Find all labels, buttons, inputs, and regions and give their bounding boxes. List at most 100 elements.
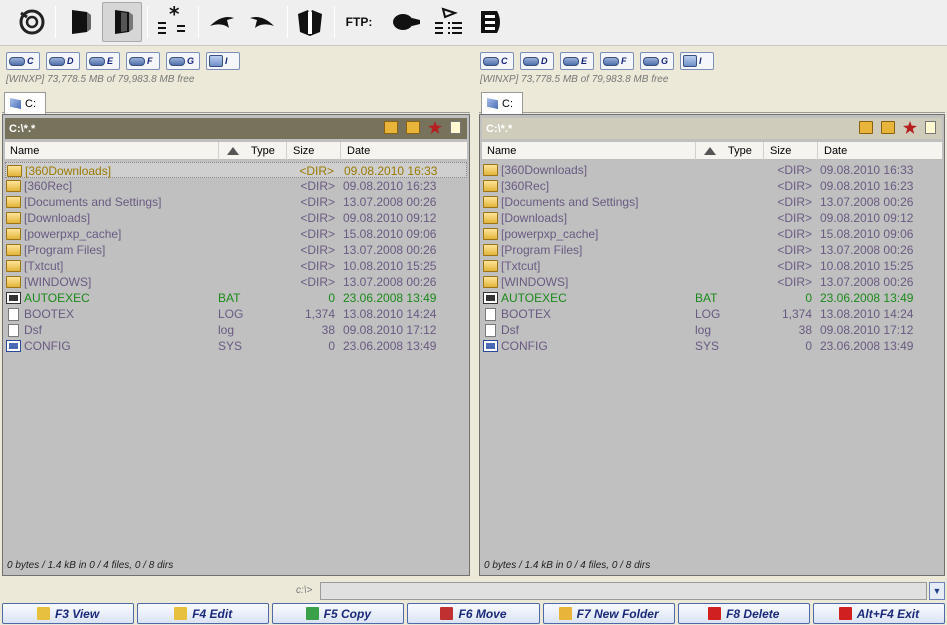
fkey-button-3[interactable]: F5 Copy xyxy=(272,603,405,624)
column-name[interactable]: Name xyxy=(5,142,219,160)
folder-icon xyxy=(483,180,498,192)
fkey-label: F3 View xyxy=(54,606,100,621)
column-date[interactable]: Date xyxy=(342,142,469,160)
right-path-bar[interactable]: C:\*.* xyxy=(482,118,942,139)
folder-icon xyxy=(6,196,21,208)
left-path-bar[interactable]: C:\*.* xyxy=(5,118,467,139)
column-size[interactable]: Size xyxy=(765,142,818,160)
drive-button-g[interactable]: G xyxy=(640,52,674,70)
column-type[interactable]: Type xyxy=(723,142,764,160)
fkey-button-6[interactable]: F8 Delete xyxy=(677,603,810,624)
file-date: 09.08.2010 16:33 xyxy=(820,163,914,177)
drive-button-f[interactable]: F xyxy=(126,52,160,70)
file-row[interactable]: AUTOEXEC BAT 0 23.06.2008 13:49 xyxy=(5,290,467,306)
favorites-icon[interactable] xyxy=(428,121,442,134)
file-row[interactable]: [WINDOWS] <DIR> 13.07.2008 00:26 xyxy=(482,274,942,290)
ftp-disconnect-icon[interactable] xyxy=(470,2,510,42)
fkey-button-5[interactable]: F7 New Folder xyxy=(542,603,675,624)
file-row[interactable]: CONFIG SYS 0 23.06.2008 13:49 xyxy=(5,338,467,354)
file-date: 15.08.2010 09:06 xyxy=(343,227,437,241)
file-row[interactable]: [Program Files] <DIR> 13.07.2008 00:26 xyxy=(5,242,467,258)
right-tab-strip: C: xyxy=(479,91,945,114)
file-row[interactable]: [Downloads] <DIR> 09.08.2010 09:12 xyxy=(5,210,467,226)
fkey-button-4[interactable]: F6 Move xyxy=(407,603,540,624)
drive-button-e[interactable]: E xyxy=(560,52,594,70)
file-date: 23.06.2008 13:49 xyxy=(820,291,914,305)
ftp-connect-icon[interactable] xyxy=(386,2,426,42)
drive-button-e[interactable]: E xyxy=(86,52,120,70)
column-type[interactable]: Type xyxy=(246,142,287,160)
favorites-icon[interactable] xyxy=(903,121,917,134)
file-row[interactable]: [Documents and Settings] <DIR> 13.07.2008 … xyxy=(482,194,942,210)
forward-icon[interactable] xyxy=(242,2,282,42)
command-line-input[interactable] xyxy=(320,582,927,600)
file-type: log xyxy=(218,323,235,337)
history-icon[interactable] xyxy=(450,121,461,134)
file-row[interactable]: [Documents and Settings] <DIR> 13.07.2008 … xyxy=(5,194,467,210)
file-name: [Documents and Settings] xyxy=(24,195,162,209)
left-tab-c[interactable]: C: xyxy=(4,92,46,114)
file-row[interactable]: [Txtcut] <DIR> 10.08.2010 15:25 xyxy=(482,258,942,274)
drive-button-d[interactable]: D xyxy=(46,52,80,70)
file-row[interactable]: [WINDOWS] <DIR> 13.07.2008 00:26 xyxy=(5,274,467,290)
file-row[interactable]: [powerpxp_cache] <DIR> 15.08.2010 09:06 xyxy=(482,226,942,242)
archive-icon[interactable] xyxy=(290,2,330,42)
drive-button-g[interactable]: G xyxy=(166,52,200,70)
file-row[interactable]: [Program Files] <DIR> 13.07.2008 00:26 xyxy=(482,242,942,258)
right-tab-c[interactable]: C: xyxy=(481,92,523,114)
column-name[interactable]: Name xyxy=(482,142,696,160)
column-date[interactable]: Date xyxy=(819,142,944,160)
fkey-button-7[interactable]: Alt+F4 Exit xyxy=(812,603,945,624)
file-row[interactable]: [powerpxp_cache] <DIR> 15.08.2010 09:06 xyxy=(5,226,467,242)
drive-button-i[interactable]: I xyxy=(206,52,240,70)
file-date: 15.08.2010 09:06 xyxy=(820,227,914,241)
fkey-button-2[interactable]: F4 Edit xyxy=(137,603,270,624)
full-view-icon[interactable] xyxy=(102,2,142,42)
left-file-panel[interactable]: C:\*.* Name Type Size Date [360Downloads… xyxy=(2,114,470,576)
drive-button-i[interactable]: I xyxy=(680,52,714,70)
file-row[interactable]: [360Rec] <DIR> 09.08.2010 16:23 xyxy=(482,178,942,194)
drive-button-d[interactable]: D xyxy=(520,52,554,70)
history-icon[interactable] xyxy=(925,121,936,134)
file-row[interactable]: Dsf log 38 09.08.2010 17:12 xyxy=(5,322,467,338)
file-row[interactable]: [Txtcut] <DIR> 10.08.2010 15:25 xyxy=(5,258,467,274)
file-size: <DIR> xyxy=(777,259,812,273)
file-row[interactable]: [360Downloads] <DIR> 09.08.2010 16:33 xyxy=(482,162,942,178)
sort-arrow-icon xyxy=(704,147,716,155)
file-size: <DIR> xyxy=(300,275,335,289)
file-row[interactable]: [360Rec] <DIR> 09.08.2010 16:23 xyxy=(5,178,467,194)
root-folder-icon[interactable] xyxy=(859,121,873,134)
drive-icon xyxy=(169,56,185,66)
root-folder-icon[interactable] xyxy=(384,121,398,134)
file-row[interactable]: [Downloads] <DIR> 09.08.2010 09:12 xyxy=(482,210,942,226)
drive-button-c[interactable]: C xyxy=(6,52,40,70)
sys-file-icon xyxy=(483,340,498,352)
right-file-panel[interactable]: C:\*.* Name Type Size Date [360Downloads… xyxy=(479,114,945,576)
toolbar-separator xyxy=(334,6,335,38)
file-name: [360Rec] xyxy=(24,179,73,193)
ftp-transfer-icon[interactable] xyxy=(428,2,468,42)
file-name: CONFIG xyxy=(501,339,548,353)
refresh-icon[interactable] xyxy=(12,2,52,42)
command-history-dropdown[interactable]: ▼ xyxy=(929,582,945,600)
ftp-button[interactable]: FTP: xyxy=(340,2,378,42)
column-size[interactable]: Size xyxy=(288,142,341,160)
file-row[interactable]: AUTOEXEC BAT 0 23.06.2008 13:49 xyxy=(482,290,942,306)
file-row[interactable]: CONFIG SYS 0 23.06.2008 13:49 xyxy=(482,338,942,354)
folder-icon xyxy=(483,196,498,208)
file-name: [360Rec] xyxy=(501,179,550,193)
drive-button-c[interactable]: C xyxy=(480,52,514,70)
file-size: 38 xyxy=(798,323,812,337)
brief-view-icon[interactable] xyxy=(60,2,100,42)
file-row[interactable]: BOOTEX LOG 1,374 13.08.2010 14:24 xyxy=(482,306,942,322)
chevron-down-icon: ▼ xyxy=(932,586,942,596)
select-all-icon[interactable]: * xyxy=(152,2,192,42)
fkey-button-1[interactable]: F3 View xyxy=(2,603,135,624)
file-row[interactable]: [360Downloads] <DIR> 09.08.2010 16:33 xyxy=(5,162,467,178)
back-icon[interactable] xyxy=(202,2,242,42)
parent-folder-icon[interactable] xyxy=(406,121,420,134)
drive-button-f[interactable]: F xyxy=(600,52,634,70)
file-row[interactable]: BOOTEX LOG 1,374 13.08.2010 14:24 xyxy=(5,306,467,322)
file-row[interactable]: Dsf log 38 09.08.2010 17:12 xyxy=(482,322,942,338)
parent-folder-icon[interactable] xyxy=(881,121,895,134)
